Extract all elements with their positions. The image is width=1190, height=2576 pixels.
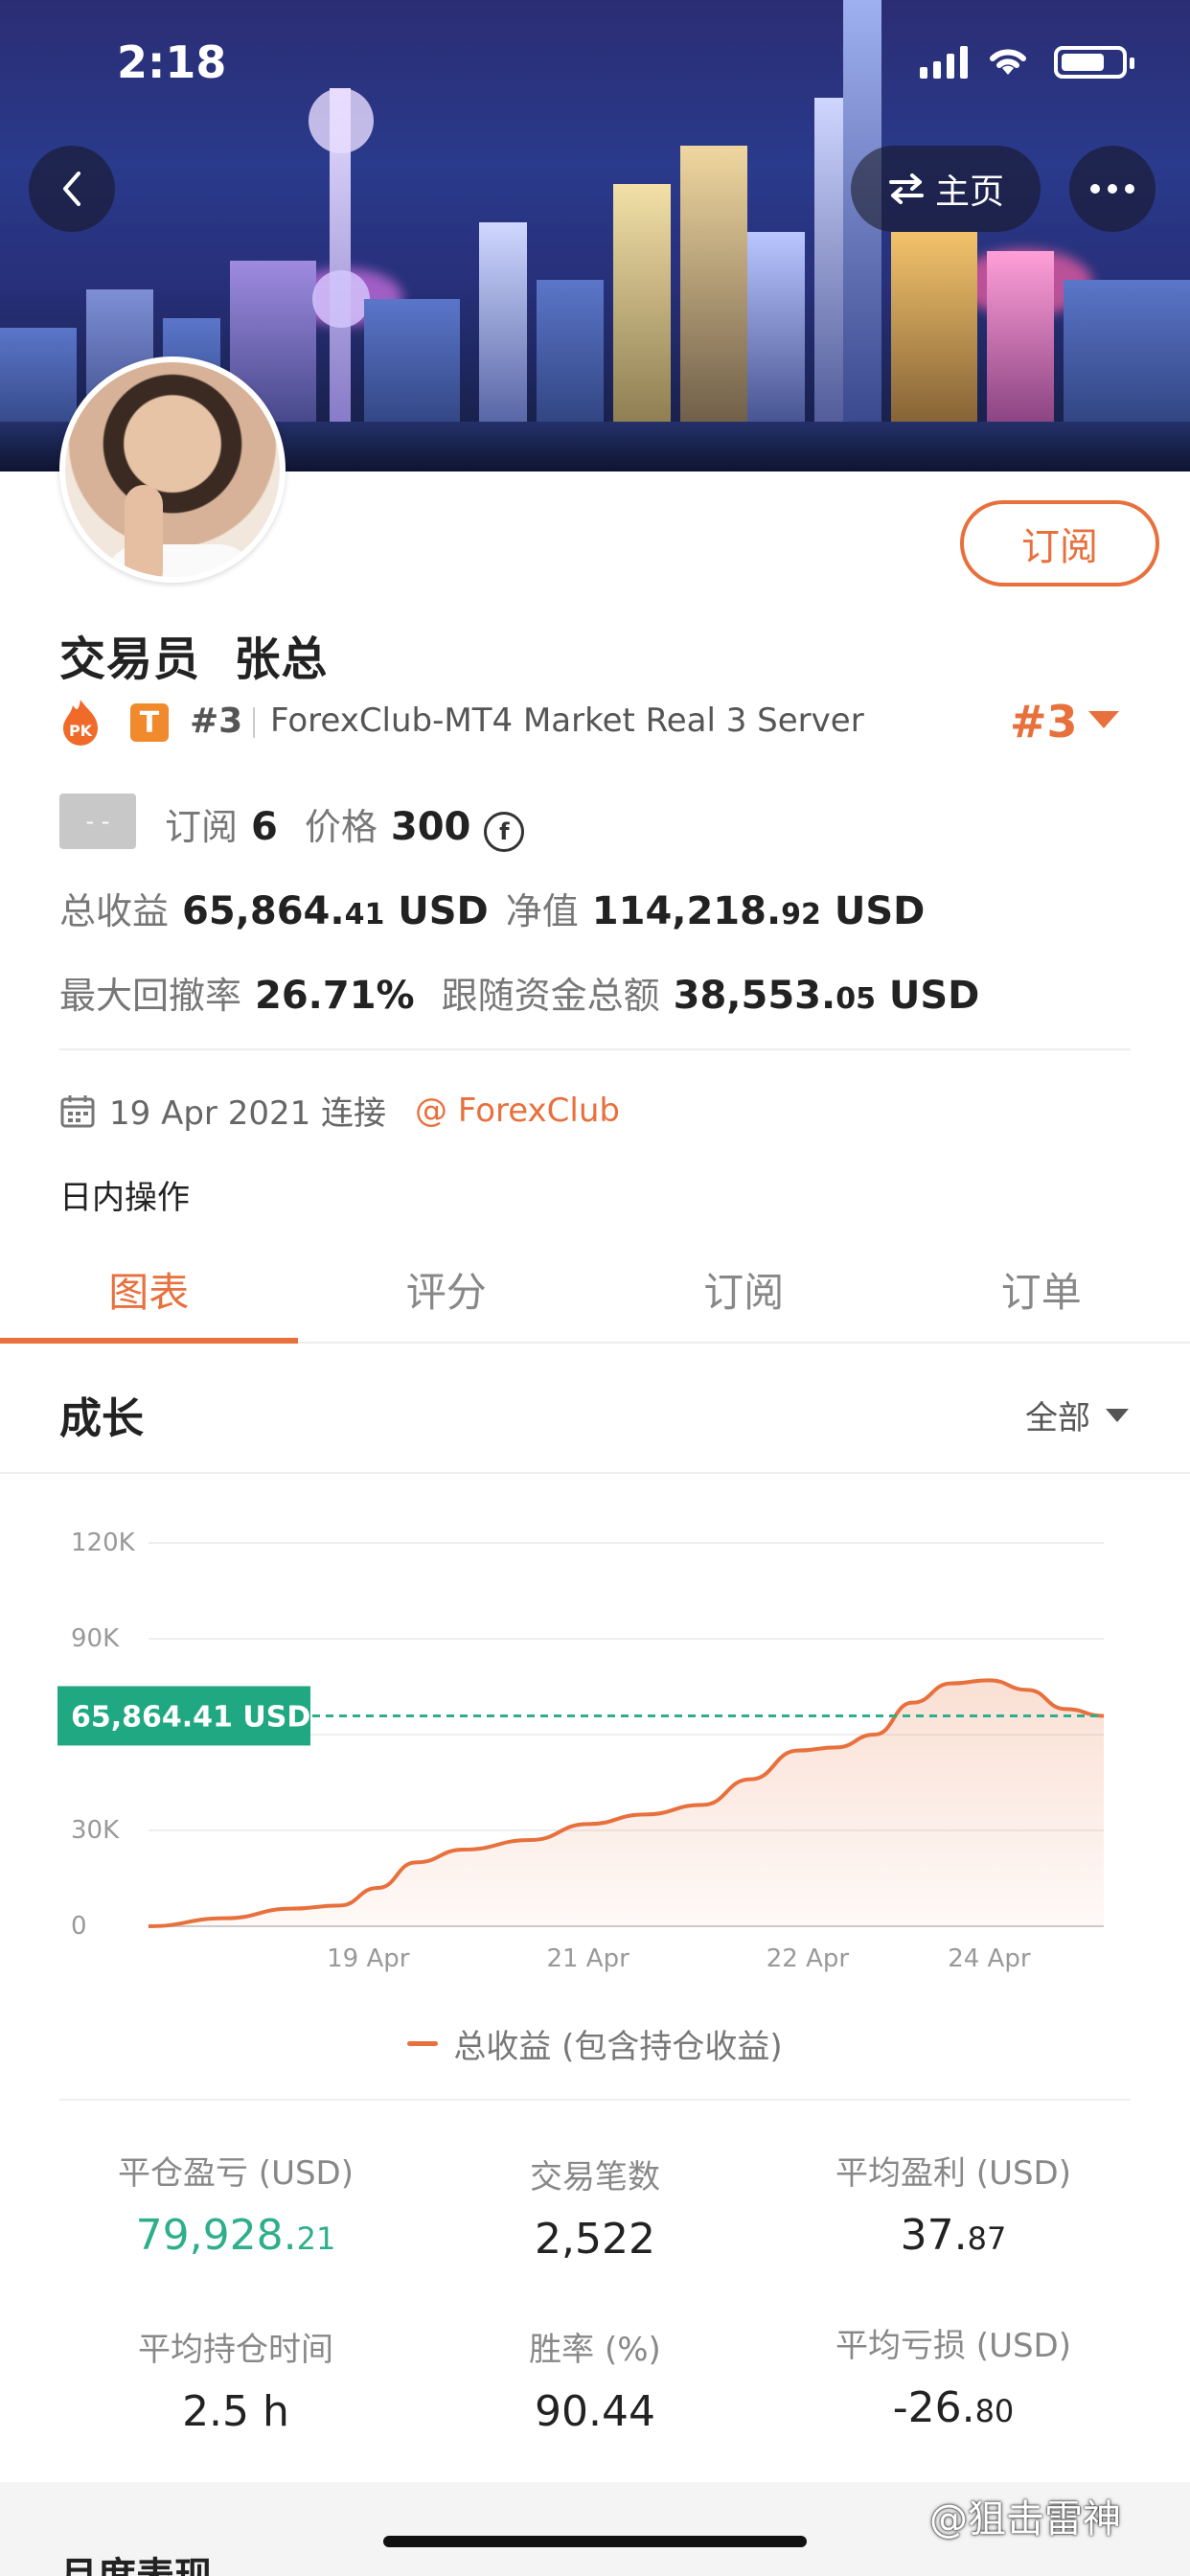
chevron-left-icon: [63, 172, 80, 206]
home-button[interactable]: 主页: [851, 146, 1041, 232]
max-drawdown-value: 26.71%: [255, 974, 415, 1018]
divider: [0, 1472, 1190, 1474]
current-value-label: 65,864.41 USD: [71, 1700, 310, 1734]
coin-icon: f: [484, 812, 525, 852]
subscribe-button[interactable]: 订阅: [960, 500, 1159, 586]
avatar[interactable]: [59, 356, 286, 583]
back-button[interactable]: [29, 146, 115, 232]
swap-icon: [888, 173, 924, 204]
x-tick-label: 24 Apr: [948, 1944, 1031, 1973]
pk-flame-icon: PK: [63, 700, 98, 746]
caret-down-icon[interactable]: [1088, 711, 1119, 728]
x-tick-label: 19 Apr: [327, 1944, 410, 1973]
follow-funds-label: 跟随资金总额: [441, 975, 660, 1017]
y-tick-label: 90K: [71, 1624, 120, 1653]
status-time: 2:18: [117, 36, 227, 88]
drawdown-funds-row: 最大回撤率 26.71% 跟随资金总额 38,553.05 USD: [59, 966, 979, 1019]
legend-swatch: [407, 2041, 439, 2046]
tab-rating[interactable]: 评分: [298, 1236, 596, 1342]
home-indicator[interactable]: [383, 2536, 807, 2547]
tab-bar: 图表 评分 订阅 订单: [0, 1236, 1190, 1344]
divider: [59, 1048, 1131, 1050]
price-value: 300: [390, 805, 471, 849]
stat-trade-count: 交易笔数 2,522: [530, 2158, 660, 2264]
y-tick-label: 120K: [71, 1529, 136, 1557]
tier-badge: T: [130, 703, 169, 742]
subscription-price-row: 订阅 6 价格 300 f: [165, 797, 525, 852]
stat-closed-pnl: 平仓盈亏 (USD) 79,928.21: [118, 2154, 354, 2260]
watermark: @狙击雷神: [929, 2497, 1121, 2542]
tab-orders[interactable]: 订单: [893, 1236, 1190, 1342]
y-tick-label: 0: [71, 1912, 87, 1941]
operation-style: 日内操作: [59, 1179, 190, 1217]
wifi-icon: [990, 49, 1026, 75]
broker-link[interactable]: @ ForexClub: [415, 1092, 620, 1130]
home-label: 主页: [934, 172, 1004, 212]
connect-date: 19 Apr 2021 连接: [109, 1094, 387, 1133]
more-dots-icon: [1090, 184, 1134, 194]
cellular-signal-icon: [920, 46, 968, 79]
divider: [253, 707, 255, 738]
legend-label: 总收益 (包含持仓收益): [453, 2028, 783, 2066]
tab-chart[interactable]: 图表: [0, 1236, 298, 1344]
profit-equity-row: 总收益 65,864.41 USD 净值 114,218.92 USD: [59, 882, 925, 934]
divider: [59, 2099, 1131, 2101]
subscriptions-value: 6: [251, 805, 278, 849]
connection-info: 19 Apr 2021 连接 @ ForexClub: [59, 1087, 620, 1134]
server-name: ForexClub-MT4 Market Real 3 Server: [270, 702, 864, 740]
battery-icon: [1054, 46, 1134, 79]
monthly-performance-title: 月度表现: [59, 2545, 213, 2576]
growth-chart: 0 30K 90K 120K 19 Apr 21 Apr 22 Apr 24 Apr 65,…: [57, 1529, 1105, 1973]
calendar-icon: [60, 1094, 95, 1127]
stat-avg-hold-time: 平均持仓时间 2.5 h: [138, 2331, 333, 2436]
trader-name: 交易员 张总: [59, 632, 329, 686]
subscriptions-label: 订阅: [165, 806, 239, 848]
follow-funds-value: 38,553.05 USD: [673, 974, 980, 1018]
x-tick-label: 21 Apr: [546, 1944, 629, 1973]
total-profit-value: 65,864.41 USD: [182, 889, 489, 933]
price-label: 价格: [304, 806, 378, 848]
section-title: 成长: [59, 1394, 144, 1443]
range-dropdown[interactable]: 全部: [1025, 1392, 1129, 1438]
equity-value: 114,218.92 USD: [591, 889, 926, 933]
range-value: 全部: [1025, 1399, 1090, 1438]
max-drawdown-label: 最大回撤率: [59, 975, 242, 1017]
more-options-button[interactable]: [1069, 146, 1156, 232]
stat-avg-profit: 平均盈利 (USD) 37.87: [835, 2154, 1071, 2260]
status-bar: 2:18: [0, 0, 1190, 125]
stat-avg-loss: 平均亏损 (USD) -26.80: [835, 2327, 1071, 2432]
rank-label: #3: [190, 702, 243, 741]
equity-label: 净值: [505, 890, 579, 932]
total-profit-label: 总收益: [59, 890, 170, 932]
y-tick-label: 30K: [71, 1816, 120, 1845]
caret-down-icon: [1106, 1408, 1129, 1422]
stat-win-rate: 胜率 (%) 90.44: [529, 2331, 661, 2436]
tab-subscription[interactable]: 订阅: [595, 1236, 893, 1342]
x-tick-label: 22 Apr: [767, 1944, 850, 1973]
chart-legend: 总收益 (包含持仓收益): [0, 2020, 1190, 2067]
pk-badge-text: PK: [69, 722, 93, 740]
rank-dropdown[interactable]: #3: [1010, 696, 1078, 748]
gray-tag: - -: [59, 794, 136, 849]
